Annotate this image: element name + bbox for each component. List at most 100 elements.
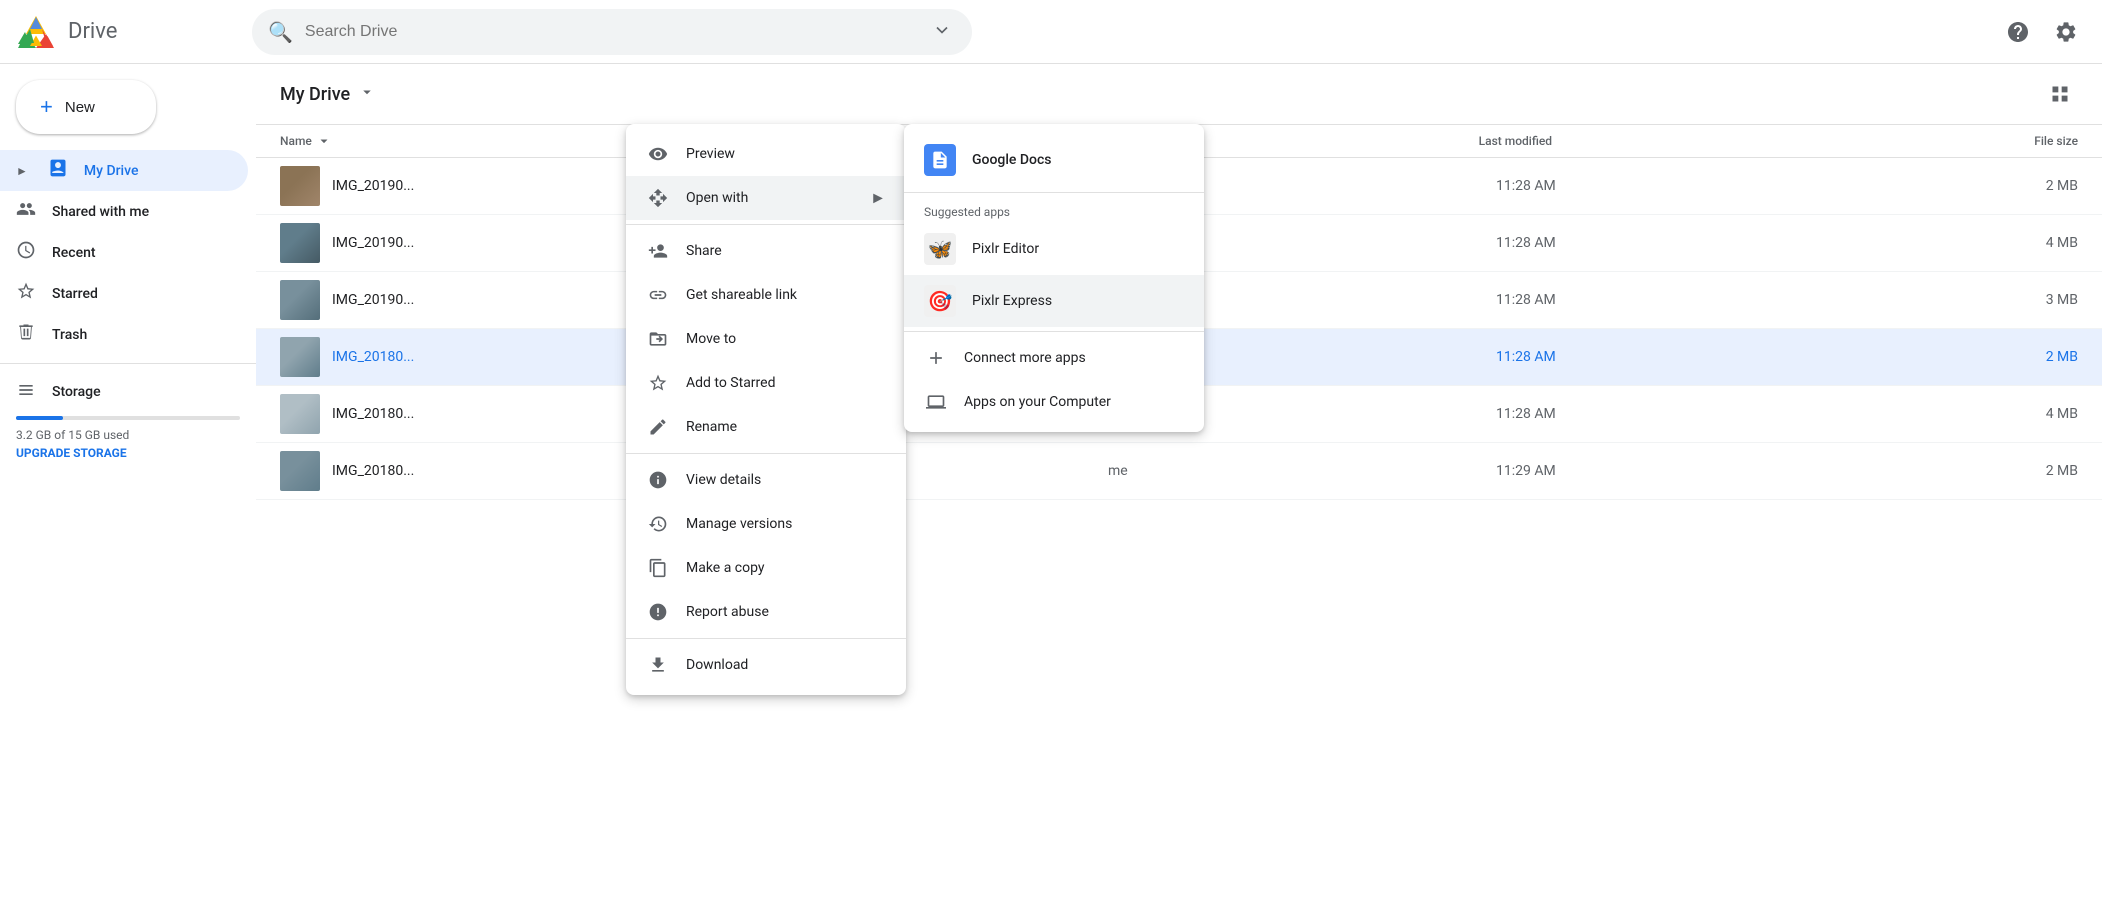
file-thumbnail [280,337,320,377]
open-with-icon [646,186,670,210]
preview-icon [646,142,670,166]
context-menu-shareable-link[interactable]: Get shareable link [626,273,906,317]
context-menu: Preview Open with ► [626,124,906,695]
file-owner: me [1108,463,1496,479]
sidebar-item-recent-label: Recent [52,245,96,261]
report-abuse-label: Report abuse [686,604,886,620]
sidebar: + New ► My Drive Shared with me [0,64,256,914]
search-icon: 🔍 [268,20,293,44]
context-menu-report-abuse[interactable]: Report abuse [626,590,906,634]
file-thumbnail [280,223,320,263]
menu-divider-3 [626,638,906,639]
add-starred-label: Add to Starred [686,375,886,391]
sidebar-item-my-drive-label: My Drive [84,163,139,179]
header-actions [1998,12,2086,52]
file-thumbnail [280,394,320,434]
storage-label: Storage [16,380,240,404]
starred-icon [16,281,36,306]
drive-header: My Drive [256,64,2102,125]
settings-button[interactable] [2046,12,2086,52]
grid-view-button[interactable] [2042,76,2078,112]
file-modified: 11:28 AM [1496,178,1884,194]
submenu-connect-apps[interactable]: Connect more apps [904,336,1204,380]
col-header-modified: Last modified [1479,134,1879,148]
sidebar-item-shared[interactable]: Shared with me [0,191,248,232]
context-menu-view-details[interactable]: View details [626,458,906,502]
sidebar-item-starred-label: Starred [52,286,98,302]
pixlr-express-icon: 🎯 [924,285,956,317]
context-menu-preview[interactable]: Preview [626,132,906,176]
move-to-label: Move to [686,331,886,347]
storage-section: Storage 3.2 GB of 15 GB used UPGRADE STO… [0,372,256,468]
context-menu-move-to[interactable]: Move to [626,317,906,361]
new-button[interactable]: + New [16,80,156,134]
table-row[interactable]: IMG_20180... me 11:29 AM 2 MB [256,443,2102,500]
menu-divider-2 [626,453,906,454]
submenu-pixlr-editor[interactable]: 🦋 Pixlr Editor [904,223,1204,275]
context-menu-share[interactable]: Share [626,229,906,273]
rename-label: Rename [686,419,886,435]
context-menu-add-starred[interactable]: Add to Starred [626,361,906,405]
drive-title-dropdown[interactable] [358,83,376,106]
my-drive-icon [48,158,68,183]
suggested-apps-label: Suggested apps [904,197,1204,223]
file-modified: 11:28 AM [1496,349,1884,365]
download-label: Download [686,657,886,673]
versions-icon [646,512,670,536]
submenu-computer-apps[interactable]: Apps on your Computer [904,380,1204,424]
shareable-link-label: Get shareable link [686,287,886,303]
file-modified: 11:28 AM [1496,292,1884,308]
connect-apps-icon [924,346,948,370]
move-to-icon [646,327,670,351]
recent-icon [16,240,36,265]
storage-bar-background [16,416,240,420]
sidebar-item-trash[interactable]: Trash [0,314,248,355]
submenu-google-docs[interactable]: Google Docs [904,132,1204,188]
sidebar-item-trash-label: Trash [52,327,87,343]
context-menu-manage-versions[interactable]: Manage versions [626,502,906,546]
submenu-apps-divider [904,331,1204,332]
share-icon [646,239,670,263]
trash-icon [16,322,36,347]
sidebar-item-starred[interactable]: Starred [0,273,248,314]
sidebar-item-shared-label: Shared with me [52,204,149,220]
new-button-label: New [65,99,95,116]
file-size: 3 MB [1884,292,2078,308]
make-copy-label: Make a copy [686,560,886,576]
context-menu-make-copy[interactable]: Make a copy [626,546,906,590]
file-thumbnail [280,280,320,320]
col-header-size: File size [1878,134,2078,148]
file-modified: 11:29 AM [1496,463,1884,479]
connect-apps-label: Connect more apps [964,350,1086,366]
star-icon [646,371,670,395]
google-docs-label: Google Docs [972,152,1052,168]
app-layout: + New ► My Drive Shared with me [0,64,2102,914]
search-input[interactable] [305,23,916,41]
computer-apps-label: Apps on your Computer [964,394,1111,410]
sidebar-item-my-drive[interactable]: ► My Drive [0,150,248,191]
preview-label: Preview [686,146,886,162]
submenu-pixlr-express[interactable]: 🎯 Pixlr Express [904,275,1204,327]
view-details-label: View details [686,472,886,488]
help-button[interactable] [1998,12,2038,52]
file-size: 2 MB [1884,178,2078,194]
storage-text: Storage [52,384,101,400]
download-icon [646,653,670,677]
google-docs-icon [924,144,956,176]
file-thumbnail [280,166,320,206]
storage-used-text: 3.2 GB of 15 GB used [16,428,240,442]
search-dropdown-button[interactable] [928,16,956,47]
search-bar: 🔍 [252,9,972,55]
info-icon [646,468,670,492]
pixlr-editor-label: Pixlr Editor [972,241,1039,257]
sidebar-item-recent[interactable]: Recent [0,232,248,273]
context-menu-open-with[interactable]: Open with ► [626,176,906,220]
upgrade-storage-link[interactable]: UPGRADE STORAGE [16,446,240,460]
copy-icon [646,556,670,580]
context-menu-rename[interactable]: Rename [626,405,906,449]
context-menu-download[interactable]: Download [626,643,906,687]
file-size: 2 MB [1884,349,2078,365]
submenu-chevron-icon: ► [870,188,886,208]
file-size: 4 MB [1884,406,2078,422]
pixlr-editor-icon: 🦋 [924,233,956,265]
